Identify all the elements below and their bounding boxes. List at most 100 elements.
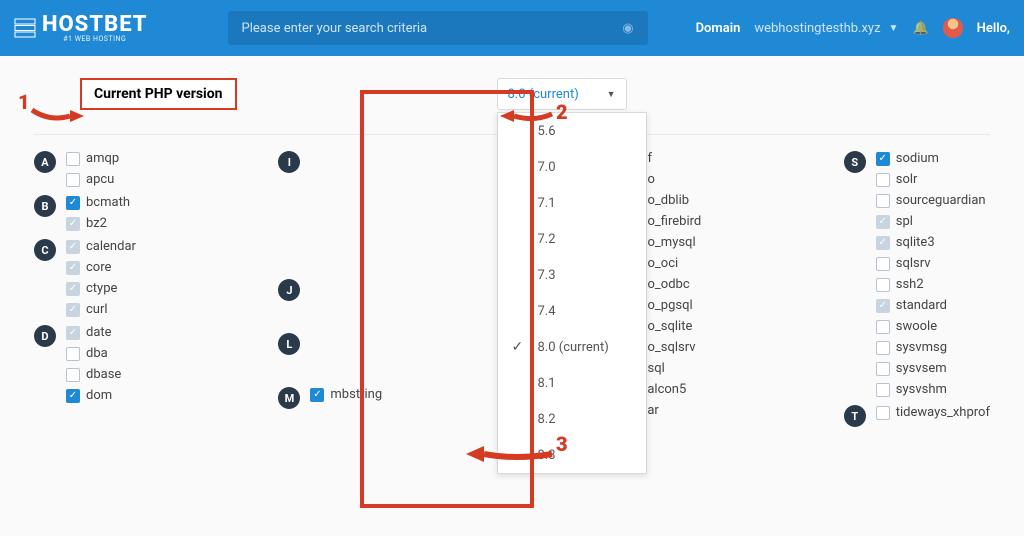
brand-name: HOSTBET (42, 14, 148, 36)
letter-badge: T (844, 405, 866, 427)
letter-badge: S (844, 151, 866, 173)
extension-column: AamqpapcuB✓bcmath✓bz2C✓calendar✓core✓cty… (34, 151, 136, 431)
extension-item[interactable]: sysvmsg (876, 340, 986, 355)
checkbox[interactable]: ✓ (66, 217, 80, 231)
search-box[interactable]: ◉ (228, 11, 648, 45)
extension-item[interactable]: ✓dom (66, 388, 121, 403)
extension-item[interactable]: ✓date (66, 325, 121, 340)
extension-item[interactable]: ✓ ctype (66, 281, 136, 296)
extension-item[interactable]: sqlsrv (876, 256, 986, 271)
extension-name: mbstring (330, 387, 382, 402)
checkbox[interactable] (876, 257, 890, 271)
checkbox[interactable] (876, 194, 890, 208)
extension-item[interactable]: swoole (876, 319, 986, 334)
checkbox[interactable] (66, 152, 80, 166)
extension-name: solr (896, 172, 918, 187)
extension-item[interactable]: sysvsem (876, 361, 986, 376)
checkbox[interactable] (66, 347, 80, 361)
extension-name: ssh2 (896, 277, 924, 292)
checkbox[interactable]: ✓ (876, 152, 890, 166)
checkbox[interactable]: ✓ (876, 299, 890, 313)
checkbox[interactable] (66, 173, 80, 187)
extension-item[interactable]: sourceguardian (876, 193, 986, 208)
checkbox[interactable]: ✓ (66, 240, 80, 254)
extension-name: ctype (86, 281, 117, 296)
search-input[interactable] (242, 21, 623, 36)
bell-icon[interactable]: 🔔 (912, 21, 928, 36)
extension-column: S ✓sodium solr sourceguardian ✓spl ✓sqlite3 sq… (844, 151, 990, 431)
php-version-label: Current PHP version (80, 78, 237, 110)
php-version-current: 8.0 (current) (508, 87, 579, 102)
checkbox[interactable]: ✓ (66, 303, 80, 317)
checkbox[interactable]: ✓ (66, 326, 80, 340)
search-icon: ◉ (622, 21, 633, 36)
extension-item[interactable]: apcu (66, 172, 119, 187)
php-version-option[interactable]: ✓ 8.0 (current) (498, 329, 646, 365)
php-version-option[interactable]: 7.1 (498, 185, 646, 221)
check-icon: ✓ (879, 238, 887, 248)
checkbox[interactable] (876, 341, 890, 355)
extension-item[interactable]: ✓standard (876, 298, 986, 313)
checkbox[interactable] (876, 173, 890, 187)
php-version-option[interactable]: 8.1 (498, 365, 646, 401)
php-version-option-label: 8.0 (current) (538, 340, 609, 355)
extension-item[interactable]: ✓bz2 (66, 216, 130, 231)
extension-item[interactable]: dba (66, 346, 121, 361)
extension-item[interactable]: ✓bcmath (66, 195, 130, 210)
extension-item[interactable]: dbase (66, 367, 121, 382)
checkbox[interactable] (876, 383, 890, 397)
annotation-arrow-1 (30, 104, 84, 126)
php-version-option[interactable]: 7.2 (498, 221, 646, 257)
checkbox[interactable]: ✓ (876, 215, 890, 229)
php-version-option-label: 7.4 (538, 304, 556, 319)
extension-item[interactable]: sysvshm (876, 382, 986, 397)
checkbox[interactable] (876, 362, 890, 376)
check-icon: ✓ (512, 339, 524, 355)
checkbox[interactable] (66, 368, 80, 382)
checkbox[interactable] (876, 320, 890, 334)
extension-item[interactable]: ✓sodium (876, 151, 986, 166)
checkbox[interactable]: ✓ (66, 196, 80, 210)
check-icon: ✓ (69, 328, 77, 338)
checkbox[interactable] (876, 406, 890, 420)
extension-name: tideways_xhprof (896, 405, 990, 420)
php-version-option-label: 7.2 (538, 232, 556, 247)
letter-badge: C (34, 239, 56, 261)
extension-name: sysvmsg (896, 340, 947, 355)
checkbox[interactable] (876, 278, 890, 292)
check-icon: ✓ (313, 390, 321, 400)
letter-badge: J (278, 279, 300, 301)
checkbox[interactable]: ✓ (310, 388, 324, 402)
check-icon: ✓ (69, 391, 77, 401)
extension-item[interactable]: ✓ mbstring (310, 387, 382, 402)
extension-item[interactable]: amqp (66, 151, 119, 166)
letter-group: S ✓sodium solr sourceguardian ✓spl ✓sqlite3 sq… (844, 151, 990, 397)
php-version-option-label: 8.1 (538, 376, 556, 391)
php-version-option[interactable]: 7.3 (498, 257, 646, 293)
domain-selector[interactable]: webhostingtesthb.xyz ▼ (754, 21, 898, 36)
php-version-option[interactable]: 8.2 (498, 401, 646, 437)
letter-badge: B (34, 195, 56, 217)
extension-name: sqlsrv (896, 256, 931, 271)
extension-item[interactable]: ✓curl (66, 302, 136, 317)
check-icon: ✓ (69, 219, 77, 229)
extension-item[interactable]: tideways_xhprof (876, 405, 990, 420)
extension-name: calendar (86, 239, 136, 254)
checkbox[interactable]: ✓ (66, 389, 80, 403)
checkbox[interactable]: ✓ (66, 282, 80, 296)
extension-name: core (86, 260, 111, 275)
letter-badge: M (278, 387, 300, 409)
php-version-option[interactable]: 7.0 (498, 149, 646, 185)
extension-item[interactable]: solr (876, 172, 986, 187)
brand-logo[interactable]: HOSTBET #1 WEB HOSTING (14, 14, 148, 43)
checkbox[interactable]: ✓ (876, 236, 890, 250)
checkbox[interactable]: ✓ (66, 261, 80, 275)
extension-item[interactable]: ssh2 (876, 277, 986, 292)
avatar[interactable] (943, 18, 963, 38)
extension-item[interactable]: ✓ calendar (66, 239, 136, 254)
extension-item[interactable]: ✓spl (876, 214, 986, 229)
check-icon: ✓ (69, 263, 77, 273)
php-version-option[interactable]: 7.4 (498, 293, 646, 329)
extension-item[interactable]: ✓sqlite3 (876, 235, 986, 250)
extension-item[interactable]: ✓ core (66, 260, 136, 275)
